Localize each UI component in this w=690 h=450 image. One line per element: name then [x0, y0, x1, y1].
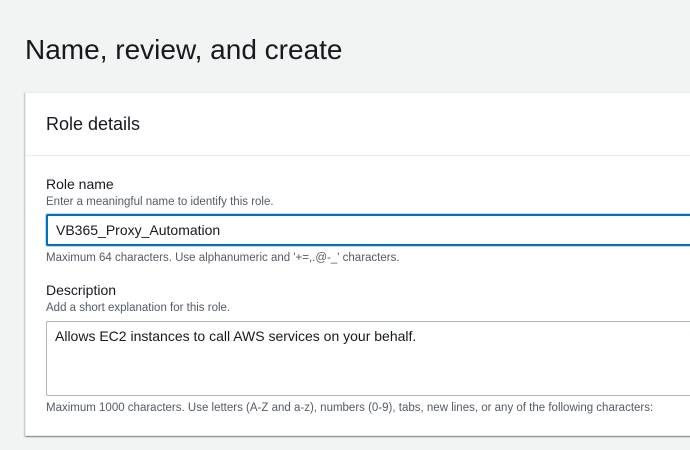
- description-constraint: Maximum 1000 characters. Use letters (A-…: [46, 402, 654, 414]
- role-details-header: Role details: [26, 93, 690, 156]
- role-details-panel: Role details Role name Enter a meaningfu…: [25, 92, 690, 436]
- description-hint: Add a short explanation for this role.: [46, 302, 231, 314]
- page-title: Name, review, and create: [25, 34, 343, 65]
- role-name-label: Role name: [46, 176, 114, 192]
- description-textarea[interactable]: Allows EC2 instances to call AWS service…: [46, 321, 690, 396]
- role-details-title: Role details: [46, 114, 141, 134]
- role-name-constraint: Maximum 64 characters. Use alphanumeric …: [46, 252, 400, 264]
- role-name-hint: Enter a meaningful name to identify this…: [46, 196, 274, 208]
- role-name-input[interactable]: [46, 214, 690, 246]
- description-label: Description: [46, 282, 117, 298]
